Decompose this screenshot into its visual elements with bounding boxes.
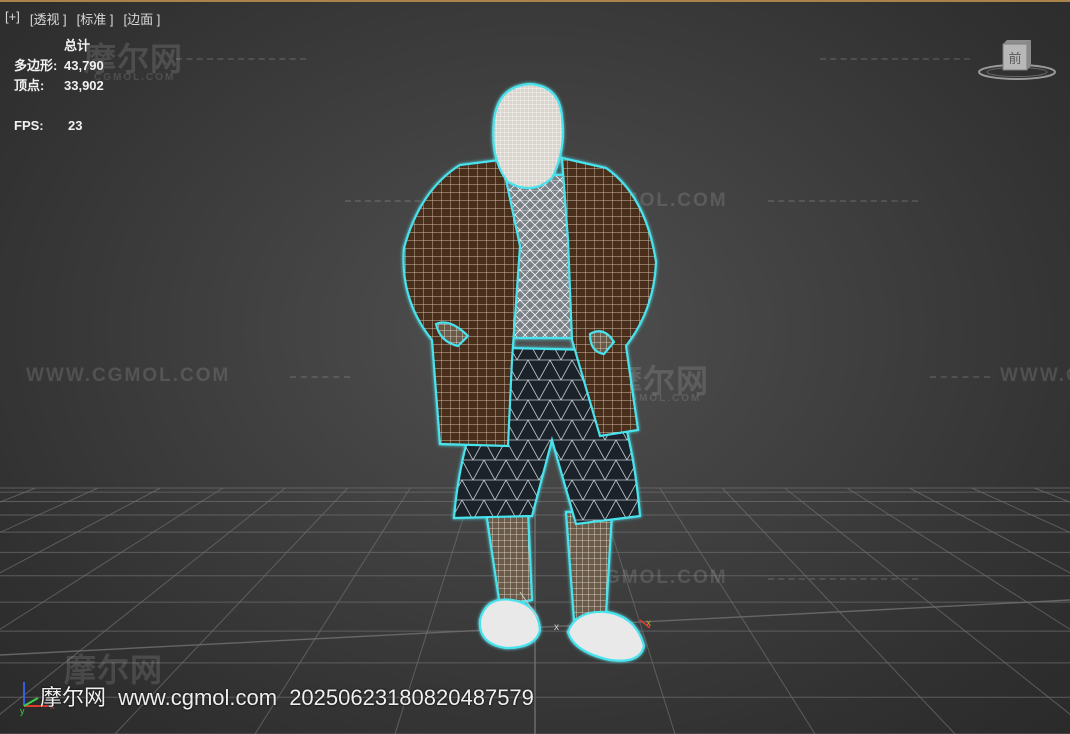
- caption-brand: 摩尔网: [40, 685, 107, 710]
- viewport-plus-menu[interactable]: [+]: [5, 9, 20, 28]
- jacket-left-panel: [402, 158, 522, 448]
- fps-label: FPS:: [14, 118, 44, 133]
- sandal-left: [478, 598, 542, 650]
- 3d-viewport[interactable]: WWW.CGMOL.COM WWW.CGMOL.COM GMOL.COM GMO…: [0, 0, 1070, 734]
- stats-header: 总计: [64, 38, 91, 53]
- caption-id: 20250623180820487579: [289, 685, 534, 710]
- viewport-standard-menu[interactable]: [标准 ]: [77, 9, 114, 28]
- fps-value: 23: [68, 118, 83, 133]
- vertices-value: 33,902: [64, 78, 104, 93]
- leg-right: [564, 510, 614, 622]
- viewport-edged-faces-menu[interactable]: [边面 ]: [124, 9, 161, 28]
- polygons-value: 43,790: [64, 58, 104, 73]
- viewcube-icon[interactable]: 前: [975, 34, 1060, 86]
- polygons-label: 多边形:: [14, 58, 58, 73]
- head: [492, 82, 564, 190]
- caption-url: www.cgmol.com: [118, 685, 278, 710]
- viewport-label-menu: [+] [透视 ] [标准 ] [边面 ]: [5, 9, 160, 28]
- leg-left: [484, 510, 534, 608]
- viewport-perspective-menu[interactable]: [透视 ]: [30, 9, 67, 28]
- watermark-caption: 摩尔网 www.cgmol.com 20250623180820487579: [40, 680, 540, 712]
- sandal-right: [566, 610, 646, 662]
- axis-y-label: y: [20, 706, 25, 716]
- viewcube-front-label: 前: [1008, 51, 1021, 67]
- svg-text:x: x: [554, 622, 559, 633]
- character-model[interactable]: x x: [0, 0, 1070, 734]
- vertices-label: 顶点:: [14, 78, 45, 93]
